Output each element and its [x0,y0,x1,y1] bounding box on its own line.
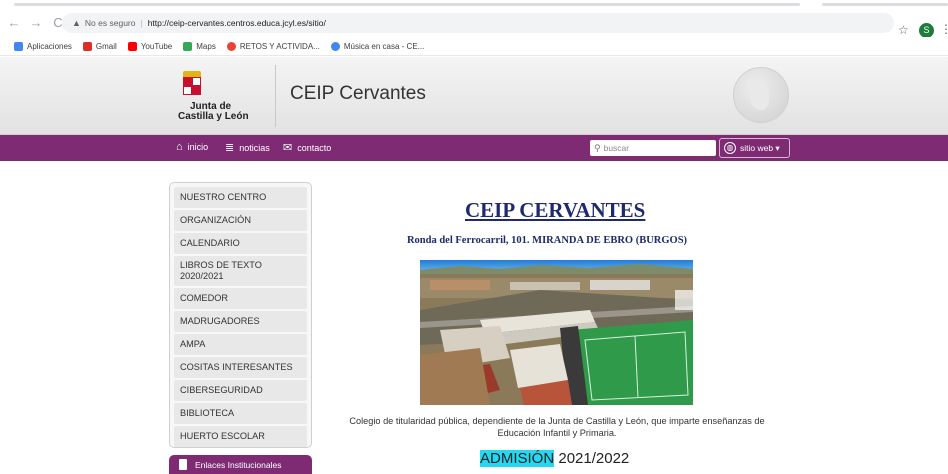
school-photo-illustration [420,260,693,405]
admision-year: 2021/2022 [558,450,630,467]
enlaces-institucionales-button[interactable]: Enlaces Institucionales [169,455,312,474]
page-title: CEIP CERVANTES [465,198,646,222]
school-aerial-photo [420,260,693,405]
site-web-dropdown[interactable]: ◍ sitio web ▾ [719,138,790,158]
youtube-icon [127,41,137,51]
browser-tab-strip [0,0,948,9]
browser-menu-icon[interactable]: ⋮ [940,22,948,36]
bookmark-maps[interactable]: Maps [183,41,216,51]
tab-strip-line-right [822,3,948,6]
search-icon: ⚲ [594,142,601,153]
sidebar-item-madrugadores[interactable]: MADRUGADORES [174,311,307,332]
document-icon: ≣ [225,142,235,154]
nav-inicio[interactable]: ⌂ inicio [176,141,208,153]
sidebar-item-ciberseguridad[interactable]: CIBERSEGURIDAD [174,380,307,401]
globe-small-icon: ◍ [724,142,736,154]
sidebar-item-libros-de-texto[interactable]: LIBROS DE TEXTO 2020/2021 [174,256,307,286]
sidebar-item-calendario[interactable]: CALENDARIO [174,233,307,254]
warning-icon: ▲ [72,18,81,28]
maps-icon [183,41,193,51]
search-input[interactable] [603,143,704,153]
school-address: Ronda del Ferrocarril, 101. MIRANDA DE E… [406,235,688,246]
browser-toolbar: ← → C ▲ No es seguro | http://ceip-cerva… [0,9,948,38]
sidebar-item-ampa[interactable]: AMPA [174,334,307,355]
junta-logo[interactable]: Junta de Castilla y León [175,71,255,122]
bookmark-gmail[interactable]: Gmail [82,41,117,51]
sidebar-item-organizacion[interactable]: ORGANIZACIÓN [174,210,307,231]
bookmark-icon [179,459,187,470]
forward-button[interactable]: → [28,15,44,31]
nav-contacto[interactable]: ✉ contacto [283,141,331,154]
main-navbar: ⌂ inicio ≣ noticias ✉ contacto ⚲ ◍ sitio… [0,135,948,161]
admision-heading[interactable]: ADMISIÓN 2021/2022 [480,450,629,467]
address-bar[interactable]: ▲ No es seguro | http://ceip-cervantes.c… [62,13,894,33]
apps-grid-icon [14,41,23,51]
back-button[interactable]: ← [6,15,22,31]
home-icon: ⌂ [176,141,183,153]
bookmark-star-icon[interactable]: ☆ [898,23,909,37]
envelope-icon: ✉ [283,142,293,154]
admision-highlight: ADMISIÓN [480,450,555,467]
bookmark-youtube[interactable]: YouTube [127,41,172,51]
site-title: CEIP Cervantes [290,83,426,104]
profile-avatar[interactable]: S [919,23,934,38]
school-description: Colegio de titularidad pública, dependie… [349,416,765,438]
chrome-icon [226,41,236,51]
logo-text: Junta de Castilla y León [178,101,249,122]
search-box: ⚲ [590,140,716,156]
bookmark-aplicaciones[interactable]: Aplicaciones [14,41,72,51]
nav-noticias[interactable]: ≣ noticias [225,141,270,154]
sidebar-item-cositas-interesantes[interactable]: COSITAS INTERESANTES [174,357,307,378]
bookmarks-bar: Aplicaciones Gmail YouTube Maps RETOS Y … [0,37,948,56]
url-text[interactable]: http://ceip-cervantes.centros.educa.jcyl… [148,18,326,28]
gmail-icon [82,41,92,51]
sidebar-item-huerto-escolar[interactable]: HUERTO ESCOLAR [174,426,307,447]
address-separator: | [140,18,143,28]
site-header: Junta de Castilla y León CEIP Cervantes [0,57,948,135]
bookmark-musica[interactable]: Música en casa - CE... [330,41,424,51]
tab-strip-line [14,3,800,6]
globe-icon [733,67,789,123]
security-label: No es seguro [84,18,136,28]
coat-of-arms-icon [183,71,201,101]
sidebar-menu: NUESTRO CENTRO ORGANIZACIÓN CALENDARIO L… [169,182,312,448]
sidebar-item-comedor[interactable]: COMEDOR [174,288,307,309]
bookmark-retos[interactable]: RETOS Y ACTIVIDA... [226,41,320,51]
header-divider [275,65,276,127]
sidebar-item-biblioteca[interactable]: BIBLIOTECA [174,403,307,424]
chrome-icon [330,41,340,51]
sidebar-item-nuestro-centro[interactable]: NUESTRO CENTRO [174,187,307,208]
